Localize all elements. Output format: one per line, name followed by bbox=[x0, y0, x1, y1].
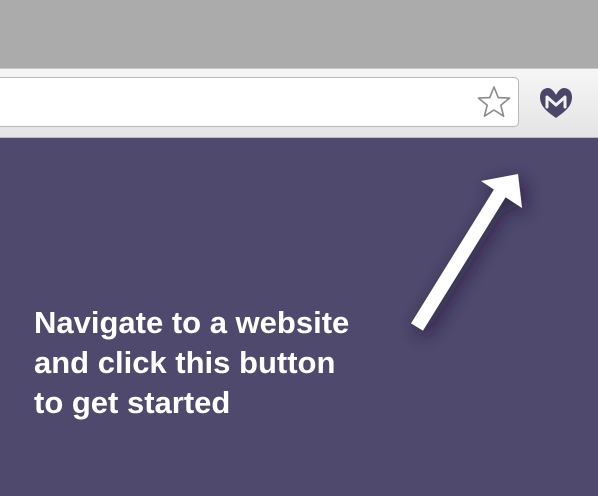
browser-title-strip bbox=[0, 0, 598, 68]
onboarding-hint-text: Navigate to a website and click this but… bbox=[34, 305, 350, 420]
bookmark-star-icon[interactable] bbox=[476, 84, 512, 120]
address-bar[interactable] bbox=[0, 77, 519, 127]
browser-toolbar bbox=[0, 68, 598, 138]
extension-logo-icon[interactable] bbox=[536, 83, 576, 123]
welcome-panel: Navigate to a website and click this but… bbox=[0, 138, 598, 496]
